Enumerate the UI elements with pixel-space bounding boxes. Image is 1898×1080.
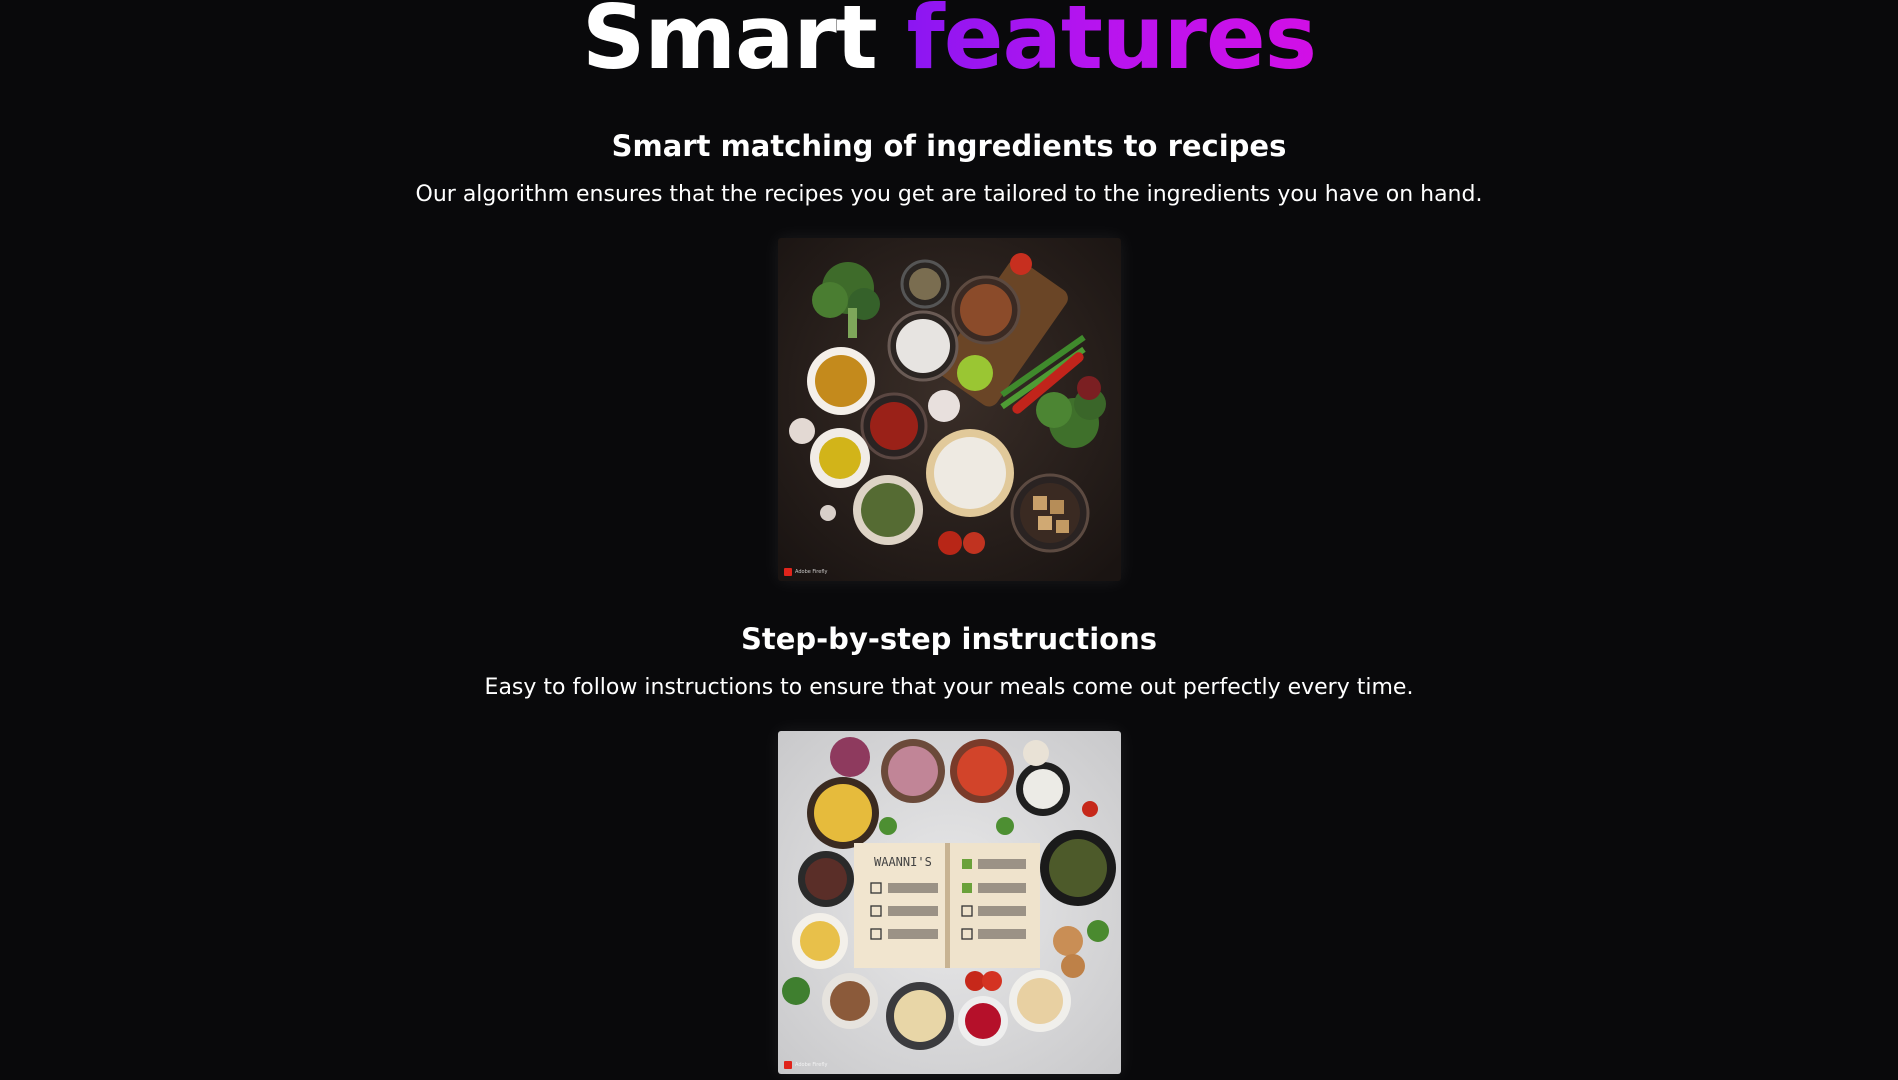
feature-heading-ingredient-matching: Smart matching of ingredients to recipes bbox=[611, 129, 1287, 163]
watermark: Adobe Firefly bbox=[784, 1061, 827, 1069]
ingredients-photo-icon bbox=[778, 238, 1121, 581]
adobe-logo-icon bbox=[784, 1061, 792, 1069]
watermark-label: Adobe Firefly bbox=[795, 1062, 828, 1068]
recipe-book-image: WAANNI'S Adobe Firefly bbox=[778, 731, 1121, 1074]
title-accent: features bbox=[907, 0, 1318, 89]
recipe-book-photo-icon: WAANNI'S bbox=[778, 731, 1121, 1074]
watermark-label: Adobe Firefly bbox=[795, 569, 828, 575]
ingredients-image: Adobe Firefly bbox=[778, 238, 1121, 581]
title-plain: Smart bbox=[581, 0, 878, 89]
section-title: Smart features bbox=[0, 0, 1898, 88]
feature-description-ingredient-matching: Our algorithm ensures that the recipes y… bbox=[415, 182, 1483, 207]
adobe-logo-icon bbox=[784, 568, 792, 576]
feature-heading-instructions: Step-by-step instructions bbox=[740, 622, 1158, 656]
feature-description-instructions: Easy to follow instructions to ensure th… bbox=[484, 675, 1414, 700]
watermark: Adobe Firefly bbox=[784, 568, 827, 576]
features-section: Smart features Smart matching of ingredi… bbox=[0, 0, 1898, 1080]
book-heading: WAANNI'S bbox=[874, 855, 932, 869]
